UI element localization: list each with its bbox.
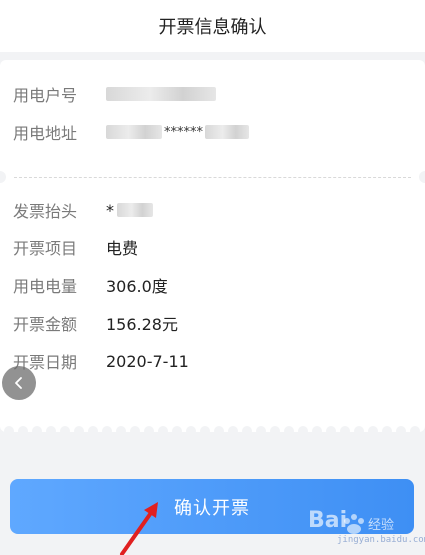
- scallop-dot: [46, 426, 56, 436]
- scallop-dot: [312, 426, 322, 436]
- scallop-dot: [214, 426, 224, 436]
- scallop-dot: [354, 426, 364, 436]
- scallop-dot: [158, 426, 168, 436]
- invoice-title-masked: [117, 203, 153, 217]
- scallop-dot: [396, 426, 406, 436]
- scallop-dot: [256, 426, 266, 436]
- amount-row: 开票金额 156.28元: [13, 311, 178, 335]
- scallop-dot: [88, 426, 98, 436]
- ticket-notch-right: [419, 171, 425, 183]
- watermark-url: jingyan.baidu.com: [337, 535, 425, 545]
- address-value-masked-b: [205, 125, 249, 139]
- scallop-dot: [32, 426, 42, 436]
- red-arrow-icon: [120, 502, 158, 555]
- scallop-dot: [368, 426, 378, 436]
- scallop-dot: [18, 426, 28, 436]
- ticket-scalloped-edge: [0, 426, 425, 436]
- invoice-item-value: 电费: [106, 239, 139, 258]
- scallop-dot: [382, 426, 392, 436]
- scallop-dot: [102, 426, 112, 436]
- scallop-dot: [242, 426, 252, 436]
- scallop-dot: [4, 426, 14, 436]
- account-number-row: 用电户号: [13, 82, 216, 106]
- scallop-dot: [200, 426, 210, 436]
- scallop-dot: [144, 426, 154, 436]
- account-number-value-masked: [106, 87, 216, 101]
- ticket-notch-left: [0, 171, 6, 183]
- scallop-dot: [60, 426, 70, 436]
- back-button[interactable]: [2, 366, 36, 400]
- scallop-dot: [298, 426, 308, 436]
- scallop-dot: [228, 426, 238, 436]
- page-title: 开票信息确认: [158, 17, 267, 38]
- watermark-brand-cn: 经验: [368, 518, 395, 533]
- scallop-dot: [74, 426, 84, 436]
- page-header: 开票信息确认: [0, 0, 425, 52]
- scallop-dot: [116, 426, 126, 436]
- scallop-dot: [410, 426, 420, 436]
- address-value-masked-a: [106, 125, 162, 139]
- amount-label: 开票金额: [13, 315, 78, 334]
- address-row: 用电地址 ******: [13, 120, 249, 144]
- dashed-divider: [14, 177, 411, 178]
- account-number-label: 用电户号: [13, 86, 78, 105]
- invoice-card: 用电户号 用电地址 ****** 发票抬头 * 开票项目 电费 用电电量 306…: [0, 60, 425, 432]
- invoice-title-row: 发票抬头 *: [13, 198, 153, 222]
- scallop-dot: [270, 426, 280, 436]
- invoice-title-label: 发票抬头: [13, 202, 78, 221]
- scallop-dot: [130, 426, 140, 436]
- scallop-dot: [186, 426, 196, 436]
- usage-row: 用电电量 306.0度: [13, 273, 168, 297]
- chevron-left-icon: [15, 377, 22, 389]
- invoice-item-label: 开票项目: [13, 239, 78, 258]
- usage-label: 用电电量: [13, 277, 78, 296]
- date-value: 2020-7-11: [106, 351, 189, 371]
- invoice-item-row: 开票项目 电费: [13, 235, 138, 259]
- scallop-dot: [326, 426, 336, 436]
- address-stars: ******: [164, 124, 203, 140]
- scallop-dot: [340, 426, 350, 436]
- amount-value: 156.28元: [106, 315, 178, 334]
- watermark-brand: Bai: [308, 508, 348, 533]
- invoice-title-prefix: *: [106, 200, 114, 220]
- scallop-dot: [172, 426, 182, 436]
- address-label: 用电地址: [13, 124, 78, 143]
- scallop-dot: [284, 426, 294, 436]
- date-row: 开票日期 2020-7-11: [13, 349, 189, 373]
- usage-value: 306.0度: [106, 277, 168, 296]
